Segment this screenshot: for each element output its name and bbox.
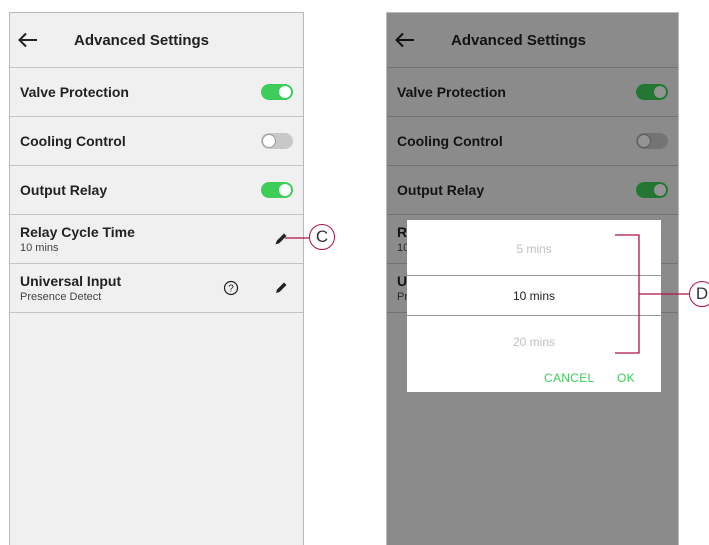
back-arrow-icon[interactable] [18,30,46,50]
pencil-icon[interactable] [273,280,289,296]
callout-d: D [689,281,709,307]
callout-c: C [309,224,335,250]
row-label: Valve Protection [20,84,129,100]
settings-screen-left: Advanced Settings Valve Protection Cooli… [9,12,304,545]
row-label: Output Relay [20,182,108,198]
callout-bracket [615,234,690,354]
callout-line [285,237,309,239]
row-universal-input[interactable]: Universal Input Presence Detect ? [10,264,303,313]
ok-button[interactable]: OK [617,371,635,385]
row-label: Cooling Control [20,133,126,149]
toggle-knob [279,86,291,98]
question-circle-icon[interactable]: ? [223,280,239,296]
row-cooling-control: Cooling Control [10,117,303,166]
app-header: Advanced Settings [10,13,303,68]
row-output-relay: Output Relay [10,166,303,215]
row-value: 10 mins [20,242,59,254]
toggle-knob [263,135,275,147]
cooling-control-toggle[interactable] [261,133,293,149]
toggle-knob [279,184,291,196]
output-relay-toggle[interactable] [261,182,293,198]
row-valve-protection: Valve Protection [10,68,303,117]
row-relay-cycle-time[interactable]: Relay Cycle Time 10 mins [10,215,303,264]
page-title: Advanced Settings [74,31,210,49]
svg-text:?: ? [228,284,234,295]
row-label: Universal Input [20,273,122,289]
row-value: Presence Detect [20,291,102,303]
valve-protection-toggle[interactable] [261,84,293,100]
cancel-button[interactable]: CANCEL [544,371,594,385]
row-label: Relay Cycle Time [20,224,135,240]
